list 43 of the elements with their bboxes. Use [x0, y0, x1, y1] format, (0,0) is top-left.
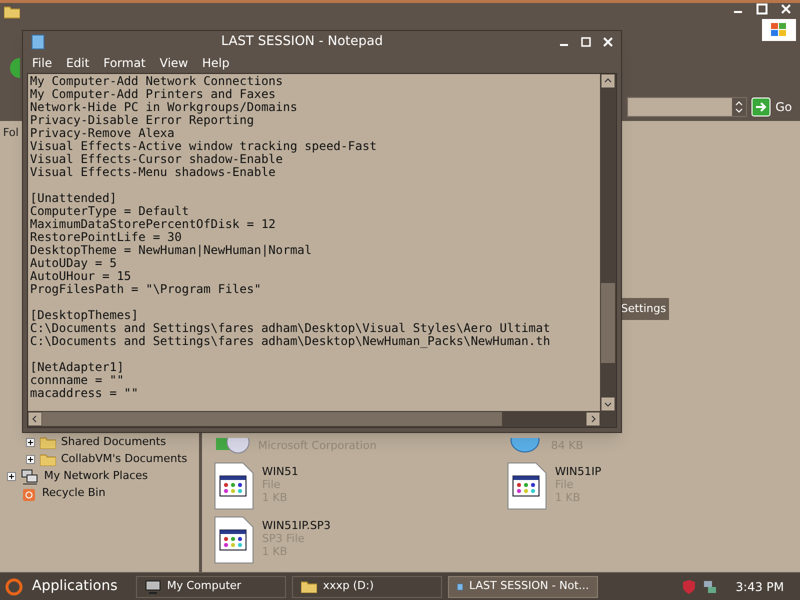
go-button[interactable]: Go	[751, 97, 792, 117]
text-line: MaximumDataStorePercentOfDisk = 12	[30, 218, 277, 231]
taskbar-button[interactable]: LAST SESSION - Not...	[448, 576, 598, 598]
text-line: Privacy-Remove Alexa	[30, 127, 176, 140]
menu-item[interactable]: Edit	[66, 54, 90, 72]
text-line: [NetAdapter1]	[30, 361, 125, 374]
tree-item[interactable]: My Network Places	[44, 468, 148, 485]
text-line: RestorePointLife = 30	[30, 231, 183, 244]
text-line: Privacy-Disable Error Reporting	[30, 114, 254, 127]
tree-item[interactable]: CollabVM's Documents	[61, 451, 188, 468]
menu-item[interactable]: Format	[103, 54, 146, 72]
text-line: AutoUDay = 5	[30, 257, 118, 270]
file-name: WIN51IP.SP3	[262, 519, 331, 532]
applications-button[interactable]: Applications	[4, 576, 130, 597]
text-line: C:\Documents and Settings\fares adham\Desktop\NewHuman_Packs\NewHuman.th	[30, 335, 552, 348]
text-line: Visual Effects-Cursor shadow-Enable	[30, 153, 283, 166]
text-line: Visual Effects-Active window tracking speed-Fast	[30, 140, 378, 153]
text-line: My Computer-Add Printers and Faxes	[30, 88, 277, 101]
taskbar-button[interactable]: xxxp (D:)	[292, 576, 442, 598]
text-line: Visual Effects-Menu shadows-Enable	[30, 166, 277, 179]
text-line: Network-Hide PC in Workgroups/Domains	[30, 101, 298, 114]
menu-item[interactable]: Help	[202, 54, 230, 72]
text-line: macaddress = ""	[30, 387, 140, 400]
text-line: AutoUHour = 15	[30, 270, 132, 283]
menu-item[interactable]: File	[32, 54, 52, 72]
tree-item[interactable]: Shared Documents	[61, 434, 166, 451]
text-line: C:\Documents and Settings\fares adham\Desktop\Visual Styles\Aero Ultimat	[30, 322, 552, 335]
file-name: WIN51IP	[555, 465, 602, 478]
text-line: ComputerType = Default	[30, 205, 190, 218]
text-line: DesktopTheme = NewHuman|NewHuman|Normal	[30, 244, 313, 257]
text-line: connname = ""	[30, 374, 125, 387]
file-name: WIN51	[262, 465, 298, 478]
taskbar-button[interactable]: My Computer	[136, 576, 286, 598]
clock: 3:43 PM	[734, 578, 785, 596]
text-line: My Computer-Add Network Connections	[30, 75, 284, 88]
text-line: [Unattended]	[30, 192, 118, 205]
tree-item[interactable]: Recycle Bin	[42, 485, 106, 502]
text-line: ProgFilesPath = "\Program Files"	[30, 283, 262, 296]
window-title: LAST SESSION - Notepad	[220, 33, 384, 52]
folders-header: Fol	[3, 126, 19, 139]
menu-item[interactable]: View	[160, 54, 188, 72]
item-label[interactable]: Settings	[620, 298, 670, 320]
text-line: [DesktopThemes]	[30, 309, 140, 322]
